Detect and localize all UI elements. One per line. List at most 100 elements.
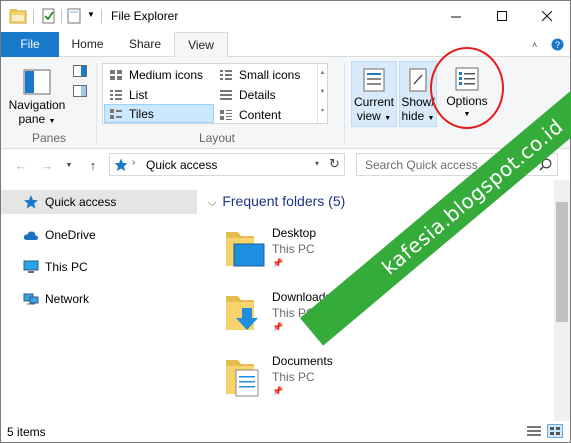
layout-tiles-label: Tiles: [129, 106, 154, 121]
layout-details-label: Details: [239, 87, 276, 102]
current-view-button[interactable]: Current view ▼: [351, 61, 397, 127]
pin-icon: 📌: [272, 386, 284, 396]
tiles-icon: [110, 108, 122, 119]
navigation-pane-label-2: pane: [18, 112, 46, 126]
up-button[interactable]: ↑: [83, 155, 103, 175]
layout-tiles[interactable]: Tiles: [104, 104, 214, 123]
folder-name: Desktop: [272, 226, 317, 240]
forward-arrow-icon: →: [40, 157, 54, 173]
layout-content-label: Content: [239, 107, 282, 122]
close-button[interactable]: [524, 1, 570, 31]
layout-gallery-scroll[interactable]: ▲ ▼ ▾: [317, 64, 327, 123]
pin-icon: 📌: [272, 322, 284, 332]
cloud-icon: [23, 231, 39, 240]
sidebar-item-this-pc[interactable]: This PC: [1, 255, 197, 279]
details-pane-icon[interactable]: [73, 85, 87, 97]
computer-icon: [23, 260, 39, 273]
dropdown-icon: ▼: [48, 118, 56, 125]
maximize-button[interactable]: [479, 1, 525, 31]
layout-small-icons[interactable]: Small icons: [215, 65, 323, 84]
details-view-icon[interactable]: [527, 425, 541, 437]
item-count: 5 items: [7, 425, 46, 439]
small-icons-icon: [220, 69, 232, 80]
chevron-down-icon: ▼: [65, 161, 73, 169]
qat-separator: [101, 9, 102, 24]
show-hide-icon: [409, 68, 427, 92]
sidebar-item-label: Quick access: [45, 195, 117, 209]
section-header[interactable]: ⌵ Frequent folders (5): [208, 193, 345, 210]
address-path[interactable]: Quick access: [146, 158, 217, 172]
layout-gallery: Medium icons Small icons List Details Ti…: [102, 63, 328, 124]
layout-group-label: Layout: [198, 131, 236, 145]
medium-icons-icon: [110, 69, 122, 80]
content-icon: [220, 109, 232, 120]
scrollbar-thumb[interactable]: [556, 202, 568, 322]
sidebar-item-label: OneDrive: [45, 228, 96, 242]
qat-customize-icon[interactable]: ▼: [87, 10, 95, 19]
help-icon[interactable]: ?: [551, 38, 564, 51]
recent-locations-button[interactable]: ▼: [59, 155, 79, 175]
folder-app-icon[interactable]: [9, 8, 27, 24]
properties-icon[interactable]: [42, 8, 56, 24]
details-icon: [220, 89, 232, 100]
current-view-label: Current: [353, 95, 394, 109]
tab-file[interactable]: File: [1, 32, 59, 57]
new-folder-icon[interactable]: [67, 8, 81, 24]
address-bar[interactable]: › Quick access ▾ ↻: [109, 153, 345, 176]
navigation-pane-button[interactable]: Navigation pane ▼: [6, 61, 68, 127]
navigation-pane-icon: [23, 69, 51, 95]
star-icon: [24, 195, 38, 209]
panes-group-label: Panes: [31, 131, 67, 145]
window-title: File Explorer: [111, 9, 179, 23]
current-view-label-2: view: [356, 109, 381, 123]
folder-name: Documents: [272, 354, 333, 368]
dropdown-icon: ▼: [427, 115, 435, 122]
tab-view[interactable]: View: [174, 32, 228, 58]
folder-tile-documents[interactable]: Documents This PC 📌: [224, 352, 524, 410]
search-placeholder: Search Quick access: [365, 158, 478, 172]
vertical-scrollbar[interactable]: [554, 180, 570, 421]
annotation-circle: [430, 47, 504, 129]
layout-medium-icons[interactable]: Medium icons: [105, 65, 213, 84]
layout-list-label: List: [129, 87, 148, 102]
navigation-pane: Quick access OneDrive This PC Network: [1, 180, 197, 421]
dropdown-icon: ▼: [384, 115, 392, 122]
current-view-icon: [363, 68, 385, 92]
large-icons-view-icon[interactable]: [547, 424, 563, 438]
sidebar-item-network[interactable]: Network: [1, 287, 197, 311]
layout-details[interactable]: Details: [215, 85, 323, 104]
folder-location: This PC: [272, 370, 315, 384]
layout-medium-icons-label: Medium icons: [129, 67, 204, 82]
forward-button[interactable]: →: [37, 155, 57, 175]
up-arrow-icon: ↑: [89, 157, 97, 173]
sidebar-item-quick-access[interactable]: Quick access: [1, 190, 197, 214]
collapse-ribbon-icon[interactable]: ˄: [532, 40, 537, 50]
sidebar-item-onedrive[interactable]: OneDrive: [1, 223, 197, 247]
pin-icon: 📌: [272, 258, 284, 268]
navigation-pane-label: Navigation: [8, 98, 66, 112]
layout-small-icons-label: Small icons: [239, 67, 301, 82]
tab-home[interactable]: Home: [59, 32, 116, 57]
documents-folder-icon: [226, 360, 259, 397]
downloads-folder-icon: [226, 296, 258, 330]
breadcrumb-chevron-icon[interactable]: ›: [132, 157, 135, 168]
layout-list[interactable]: List: [105, 85, 213, 104]
address-dropdown-icon[interactable]: ▾: [315, 159, 319, 168]
chevron-down-icon: ⌵: [208, 197, 217, 209]
section-title: Frequent folders (5): [222, 193, 346, 209]
minimize-button[interactable]: [433, 1, 479, 31]
preview-pane-icon[interactable]: [73, 65, 87, 77]
back-arrow-icon: ←: [14, 157, 28, 173]
minimize-icon: [450, 16, 461, 17]
show-hide-label-2: hide: [401, 109, 425, 123]
back-button[interactable]: ←: [11, 155, 31, 175]
status-bar: 5 items: [1, 421, 570, 442]
refresh-icon[interactable]: ↻: [329, 156, 340, 172]
list-icon: [110, 89, 122, 100]
layout-content[interactable]: Content: [215, 105, 323, 124]
close-icon: [541, 10, 552, 21]
network-icon: [23, 293, 39, 305]
qat-separator: [61, 9, 62, 24]
desktop-folder-icon: [226, 232, 265, 267]
tab-share[interactable]: Share: [116, 32, 174, 57]
